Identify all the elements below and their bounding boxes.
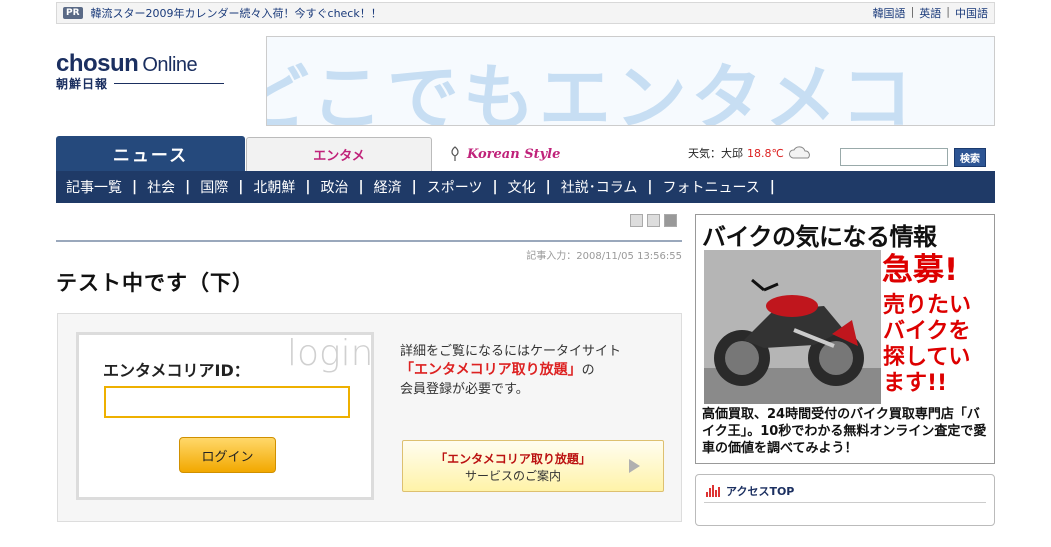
pr-badge: PR — [63, 7, 83, 19]
logo-subtitle-text: 朝鮮日報 — [56, 77, 109, 91]
weather-widget: 天気：大邱 18.8℃ — [688, 145, 814, 161]
search-input[interactable] — [840, 148, 948, 166]
tab-news[interactable]: ニュース — [56, 136, 245, 171]
service-title: 「エンタメコリア取り放題」 — [435, 452, 591, 466]
login-box: login エンタメコリアID： ログイン — [76, 332, 374, 500]
subnav-item: 記事一覧 | — [66, 177, 147, 197]
subnav-link[interactable]: 記事一覧 — [66, 177, 122, 197]
subnav-separator: | — [769, 179, 775, 195]
subnav-link[interactable]: 国際 — [200, 177, 228, 197]
main-navigation: ニュース エンタメ Korean Style 天気：大邱 18.8℃ 検索 記事… — [56, 136, 995, 203]
service-guide-button[interactable]: 「エンタメコリア取り放題」 サービスのご案内 — [402, 440, 664, 492]
lang-chinese-link[interactable]: 中国語 — [955, 5, 988, 21]
access-top-label: アクセスTOP — [726, 485, 795, 498]
subnav-separator: | — [238, 179, 244, 195]
print-icon[interactable] — [630, 214, 643, 227]
motorcycle-illustration — [704, 250, 881, 404]
subnav-separator: | — [545, 179, 551, 195]
bike-ad[interactable]: バイクの気になる情報 急募! 売りたい バイクを 探してい ます!! 高価買取、… — [695, 214, 995, 464]
login-watermark: login — [287, 333, 374, 374]
subnav-link[interactable]: 北朝鮮 — [253, 177, 295, 197]
ad-urgent: 急募! — [882, 252, 959, 288]
logo-brand: chosun — [56, 50, 139, 77]
subnav-separator: | — [185, 179, 191, 195]
subnav-item: 社説･コラム | — [561, 177, 663, 197]
lang-korean-link[interactable]: 韓国語 — [873, 5, 906, 21]
subnav-item: 経済 | — [374, 177, 427, 197]
subnav-separator: | — [132, 179, 138, 195]
search-button[interactable]: 検索 — [954, 148, 986, 167]
bar-chart-icon — [706, 485, 720, 497]
tab-korean-style[interactable]: Korean Style — [449, 142, 560, 166]
subnav-separator: | — [647, 179, 653, 195]
subnav-link[interactable]: 経済 — [374, 177, 402, 197]
info-line3: 会員登録が必要です。 — [400, 382, 529, 397]
subnav-item: 社会 | — [147, 177, 200, 197]
tab-row: ニュース エンタメ Korean Style 天気：大邱 18.8℃ 検索 — [56, 136, 995, 171]
info-suffix: の — [581, 363, 595, 378]
top-banner[interactable]: どこでもエンタメコ — [266, 36, 995, 126]
access-top-title: アクセスTOP — [706, 483, 794, 499]
subnav-separator: | — [358, 179, 364, 195]
korean-style-label: Korean Style — [467, 146, 561, 162]
subnav-link[interactable]: 社会 — [147, 177, 175, 197]
pr-bar: PR 韓流スター2009年カレンダー続々入荷！今すぐcheck！！ 韓国語 | … — [56, 2, 995, 24]
motorcycle-image — [704, 250, 881, 404]
login-button[interactable]: ログイン — [179, 437, 276, 473]
article-divider — [56, 240, 682, 242]
subnav-separator: | — [305, 179, 311, 195]
subnav-item: 北朝鮮 | — [253, 177, 320, 197]
ad-title: バイクの気になる情報 — [702, 223, 937, 251]
tab-entertainment[interactable]: エンタメ — [246, 137, 432, 171]
id-input[interactable] — [104, 386, 350, 418]
login-panel: login エンタメコリアID： ログイン 詳細をご覧になるにはケータイサイト … — [57, 313, 682, 522]
ad-red-lines: 売りたい バイクを 探してい ます!! — [883, 293, 971, 397]
pr-link[interactable]: 韓流スター2009年カレンダー続々入荷！今すぐcheck！！ — [91, 5, 382, 21]
article-tools — [630, 214, 677, 227]
back-arrow-icon[interactable] — [664, 214, 677, 227]
banner-text: どこでもエンタメコ — [266, 56, 917, 126]
cloud-icon — [788, 146, 810, 159]
subnav-item: 政治 | — [321, 177, 374, 197]
play-icon — [629, 459, 640, 473]
ad-red-line: バイクを — [883, 319, 971, 344]
service-subtitle: サービスのご案内 — [464, 469, 561, 483]
lang-separator: | — [946, 5, 950, 18]
login-info: 詳細をご覧になるにはケータイサイト 「エンタメコリア取り放題」の 会員登録が必要… — [400, 342, 621, 399]
access-top-box: アクセスTOP — [695, 474, 995, 526]
article-headline: テスト中です（下） — [56, 271, 254, 295]
subnav-separator: | — [411, 179, 417, 195]
subnav-item: 文化 | — [508, 177, 561, 197]
ad-red-line: ます!! — [883, 371, 948, 396]
logo-wordmark: chosun Online — [56, 50, 246, 78]
subnav-link[interactable]: 文化 — [508, 177, 536, 197]
ad-red-line: 売りたい — [883, 293, 972, 318]
weather-temp: 18.8℃ — [747, 146, 784, 160]
email-icon[interactable] — [647, 214, 660, 227]
access-divider — [704, 502, 986, 503]
ad-body-text: 高価買取、24時間受付のバイク買取専門店「バイク王」。10秒でわかる無料オンライ… — [702, 407, 987, 456]
subnav-item: フォトニュース | — [662, 177, 784, 197]
site-logo[interactable]: chosun Online 朝鮮日報 — [56, 50, 246, 91]
subnav-link[interactable]: フォトニュース — [662, 177, 759, 197]
subnav-link[interactable]: スポーツ — [427, 177, 483, 197]
info-highlight: 「エンタメコリア取り放題」 — [400, 362, 582, 378]
logo-online: Online — [142, 54, 198, 76]
flower-icon — [451, 146, 459, 161]
subnav-separator: | — [492, 179, 498, 195]
sub-navigation: 記事一覧 | 社会 | 国際 | 北朝鮮 | 政治 | 経済 | スポーツ | 文化 | 社説･コラム | フォトニ… — [56, 171, 995, 203]
subnav-link[interactable]: 政治 — [321, 177, 349, 197]
lang-separator: | — [910, 5, 915, 18]
subnav-item: スポーツ | — [427, 177, 508, 197]
id-label: エンタメコリアID： — [103, 361, 250, 380]
lang-english-link[interactable]: 英語 — [919, 5, 941, 21]
weather-label: 天気：大邱 — [688, 147, 743, 160]
ad-red-line: 探してい — [883, 345, 971, 370]
article-dateline: 記事入力：2008/11/05 13:56:55 — [526, 251, 682, 262]
subnav-link[interactable]: 社説･コラム — [561, 177, 638, 197]
info-line1: 詳細をご覧になるにはケータイサイト — [400, 344, 622, 359]
subnav-item: 国際 | — [200, 177, 253, 197]
logo-line — [114, 83, 225, 84]
language-links: 韓国語 | 英語 | 中国語 — [873, 5, 988, 21]
